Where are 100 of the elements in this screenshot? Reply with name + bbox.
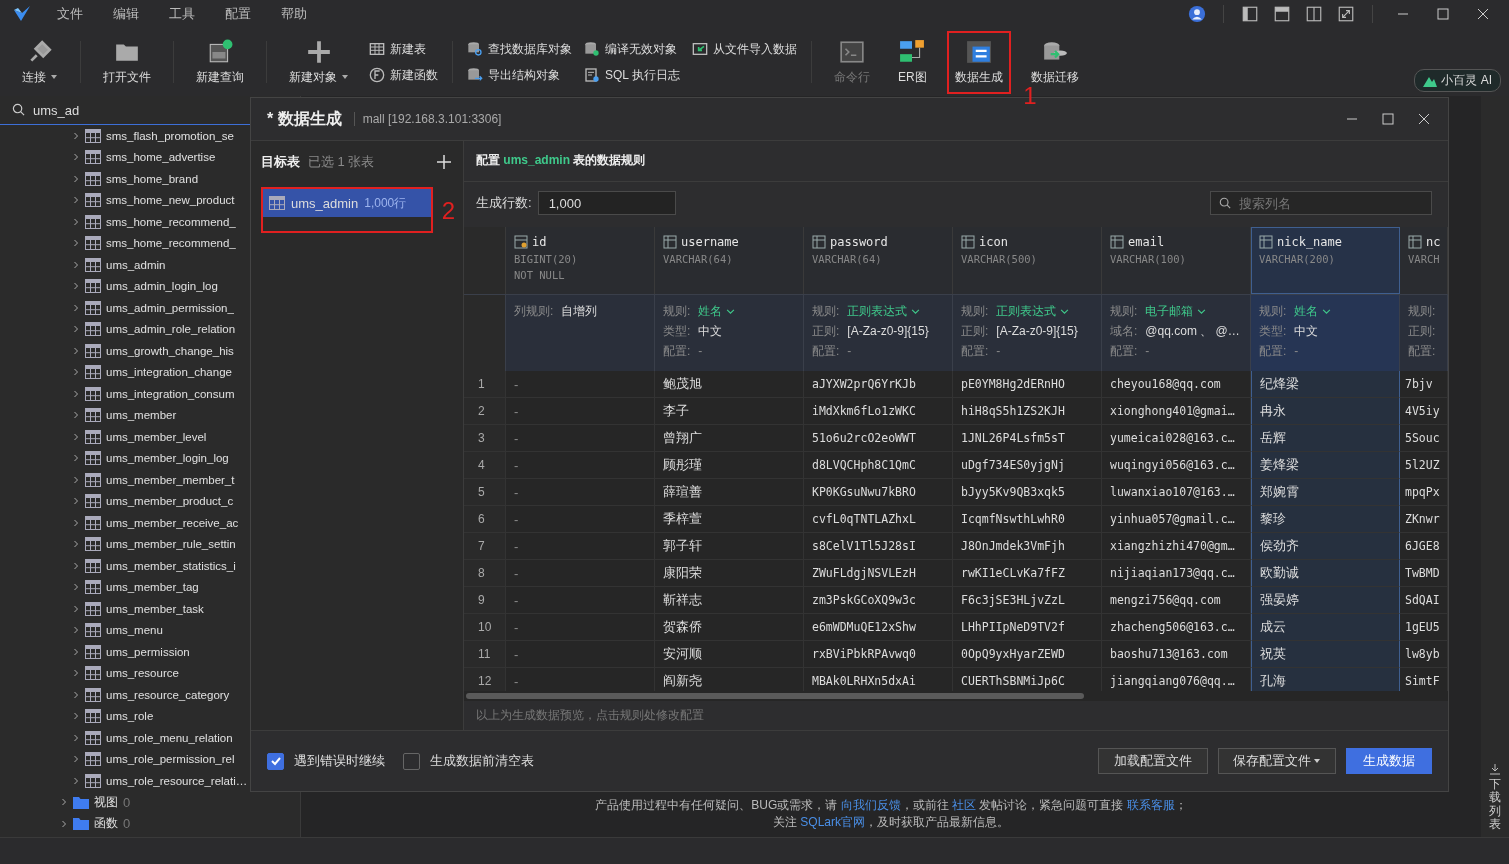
expand-chevron-icon[interactable] — [72, 733, 80, 742]
rule-dropdown[interactable]: 电子邮箱 — [1145, 302, 1207, 320]
tree-item[interactable]: ums_member_rule_settin — [106, 538, 236, 551]
left-panel-icon[interactable] — [1241, 5, 1259, 23]
toolbar-button[interactable]: 连接 — [18, 36, 62, 88]
expand-chevron-icon[interactable] — [72, 454, 80, 463]
tree-item[interactable]: sms_home_brand — [106, 172, 199, 185]
load-config-button[interactable]: 加载配置文件 — [1098, 748, 1208, 774]
toolbar-button[interactable]: 查找数据库对象 — [467, 40, 572, 58]
tree-item[interactable]: ums_resource_category — [106, 688, 230, 701]
expand-chevron-icon[interactable] — [72, 389, 80, 398]
tree-item[interactable]: ums_integration_change — [106, 366, 232, 379]
help-link[interactable]: 联系客服 — [1126, 798, 1175, 812]
rule-cell[interactable]: 规则: 正则表达式 正则: [A-Za-z0-9]{15} 配置: - — [804, 294, 953, 372]
expand-chevron-icon[interactable] — [72, 239, 80, 248]
rule-cell[interactable]: 规则: 正则表达式 正则: [A-Za-z0-9]{15} 配置: - — [953, 294, 1102, 372]
expand-chevron-icon[interactable] — [72, 282, 80, 291]
checkbox[interactable] — [403, 752, 420, 770]
tree-item[interactable]: ums_resource — [106, 667, 179, 680]
menu-item[interactable]: 配置 — [212, 5, 264, 23]
expand-chevron-icon[interactable] — [72, 196, 80, 205]
split-panel-icon[interactable] — [1305, 5, 1323, 23]
expand-chevron-icon[interactable] — [72, 561, 80, 570]
menu-item[interactable]: 文件 — [44, 5, 96, 23]
top-panel-icon[interactable] — [1273, 5, 1291, 23]
column-header[interactable]: nick_name VARCHAR(200) — [1251, 227, 1400, 295]
close-icon[interactable] — [1416, 111, 1432, 127]
tree-item[interactable]: sms_home_recommend_ — [106, 215, 236, 228]
rule-dropdown[interactable]: 姓名 — [1294, 302, 1332, 320]
rule-dropdown[interactable]: 正则表达式 — [996, 302, 1070, 320]
expand-chevron-icon[interactable] — [72, 475, 80, 484]
toolbar-button[interactable]: 打开文件 — [99, 36, 155, 88]
tree-item[interactable]: ums_permission — [106, 645, 190, 658]
menu-item[interactable]: 帮助 — [268, 5, 320, 23]
expand-chevron-icon[interactable] — [72, 647, 80, 656]
download-icon[interactable] — [1489, 763, 1501, 776]
tree-item[interactable]: ums_integration_consum — [106, 387, 235, 400]
tree-item[interactable]: sms_home_recommend_ — [106, 237, 236, 250]
maximize-icon[interactable] — [1435, 6, 1451, 22]
expand-chevron-icon[interactable] — [72, 690, 80, 699]
expand-chevron-icon[interactable] — [72, 260, 80, 269]
ai-assistant-button[interactable]: 小百灵 AI — [1414, 69, 1501, 92]
tree-item[interactable]: sms_home_advertise — [106, 151, 216, 164]
tree-item[interactable]: ums_admin_permission_ — [106, 301, 234, 314]
rule-dropdown[interactable]: 正则表达式 — [847, 302, 921, 320]
menu-item[interactable]: 编辑 — [100, 5, 152, 23]
tree-item[interactable]: ums_member_statistics_i — [106, 559, 236, 572]
expand-chevron-icon[interactable] — [72, 174, 80, 183]
tree-item[interactable]: ums_role_resource_relati… — [106, 774, 248, 787]
tree-item[interactable]: ums_member_login_log — [106, 452, 229, 465]
row-count-field[interactable]: 1,000 — [537, 191, 676, 216]
expand-chevron-icon[interactable] — [72, 776, 80, 785]
rule-cell[interactable]: 规则: 电子邮箱 域名: @qq.com 、 @… 配置: - — [1102, 294, 1251, 372]
tree-item[interactable]: sms_flash_promotion_se — [106, 129, 234, 142]
tree-item[interactable]: ums_role_permission_rel — [106, 753, 235, 766]
tree-item[interactable]: ums_admin_login_log — [106, 280, 218, 293]
menu-item[interactable]: 工具 — [156, 5, 208, 23]
expand-chevron-icon[interactable] — [72, 217, 80, 226]
download-list-tab[interactable]: 下载列表 — [1489, 778, 1501, 831]
help-link[interactable]: 向我们反馈 — [840, 798, 901, 812]
expand-chevron-icon[interactable] — [72, 153, 80, 162]
rule-cell[interactable]: 规则: 姓名 类型: 中文 配置: - — [1251, 294, 1400, 372]
rule-dropdown[interactable]: 姓名 — [698, 302, 736, 320]
rule-cell[interactable]: 规则: 姓名 类型: 中文 配置: - — [655, 294, 804, 372]
toolbar-button[interactable]: 新建表 — [369, 40, 438, 58]
toolbar-button[interactable]: 数据生成 — [950, 36, 1007, 88]
expand-chevron-icon[interactable] — [60, 819, 68, 828]
tree-item[interactable]: ums_member_receive_ac — [106, 516, 239, 529]
tree-item[interactable]: ums_admin — [106, 258, 166, 271]
expand-chevron-icon[interactable] — [72, 432, 80, 441]
help-link[interactable]: 社区 — [952, 798, 976, 812]
expand-chevron-icon[interactable] — [60, 798, 68, 807]
expand-chevron-icon[interactable] — [72, 669, 80, 678]
column-search-field[interactable]: 搜索列名 — [1210, 191, 1432, 216]
toolbar-button[interactable]: 新建函数 — [369, 66, 438, 84]
tree-item[interactable]: ums_member_product_c — [106, 495, 234, 508]
checkbox-label[interactable]: 生成数据前清空表 — [430, 752, 534, 770]
scrollbar-thumb[interactable] — [466, 693, 1084, 700]
tree-item[interactable]: 视图 — [94, 794, 118, 810]
expand-chevron-icon[interactable] — [72, 303, 80, 312]
search-field[interactable]: ums_ad — [0, 96, 200, 124]
tree-item[interactable]: ums_member_task — [106, 602, 204, 615]
tree-item[interactable]: ums_member — [106, 409, 177, 422]
expand-chevron-icon[interactable] — [72, 325, 80, 334]
expand-chevron-icon[interactable] — [72, 755, 80, 764]
tree-item[interactable]: ums_menu — [106, 624, 163, 637]
expand-chevron-icon[interactable] — [72, 131, 80, 140]
toolbar-button[interactable]: 导出结构对象 — [467, 66, 572, 84]
user-avatar-icon[interactable] — [1188, 5, 1206, 23]
add-icon[interactable] — [437, 155, 451, 169]
toolbar-button[interactable]: 新建查询 — [192, 36, 248, 88]
toolbar-button[interactable]: ER图 — [893, 36, 931, 88]
checkbox[interactable] — [267, 752, 284, 770]
close-icon[interactable] — [1475, 6, 1491, 22]
rule-cell[interactable]: 规则: 正则: 配置: — [1400, 294, 1448, 372]
tree-item[interactable]: ums_role — [106, 710, 154, 723]
checkbox-label[interactable]: 遇到错误时继续 — [294, 752, 385, 770]
expand-chevron-icon[interactable] — [72, 411, 80, 420]
expand-chevron-icon[interactable] — [72, 712, 80, 721]
tree-item[interactable]: ums_member_level — [106, 430, 207, 443]
